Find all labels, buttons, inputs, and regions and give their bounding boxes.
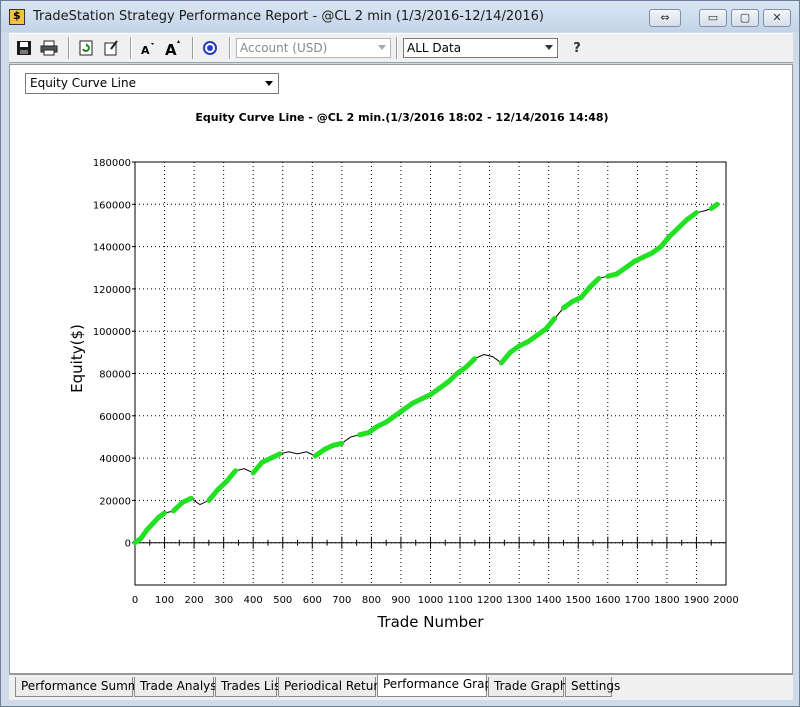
x-tick-label: 1300 (506, 595, 531, 606)
tradestation-app-icon (9, 8, 25, 25)
x-tick-label: 900 (391, 595, 410, 606)
y-tick-label: 160000 (93, 200, 131, 211)
save-button[interactable] (13, 37, 35, 59)
x-tick-label: 1700 (625, 595, 650, 606)
chevron-down-icon (545, 45, 553, 50)
x-tick-label: 1800 (654, 595, 679, 606)
save-icon (17, 41, 31, 55)
toolbar-separator (396, 37, 398, 59)
account-currency-value: Account (USD) (240, 41, 328, 55)
toolbar-separator (229, 37, 231, 59)
print-icon (40, 40, 58, 56)
tab-trade-analysis[interactable]: Trade Analysis (134, 677, 226, 697)
report-window: TradeStation Strategy Performance Report… (0, 0, 800, 707)
x-tick-label: 1500 (566, 595, 591, 606)
data-range-combo[interactable]: ALL Data (403, 38, 558, 58)
report-tabs: Performance Summary Trade Analysis Trade… (9, 674, 793, 700)
x-tick-label: 700 (332, 595, 351, 606)
toolbar-separator (68, 37, 70, 59)
tab-settings[interactable]: Settings (565, 677, 620, 697)
y-tick-label: 120000 (93, 285, 131, 296)
toolbar-separator (130, 37, 132, 59)
equity-highlight-segment (330, 440, 345, 448)
font-decrease-icon: A (141, 43, 154, 56)
equity-highlight-segment (708, 201, 720, 212)
tab-trades-list[interactable]: Trades List (215, 677, 285, 697)
x-axis-label: Trade Number (376, 613, 484, 631)
x-tick-label: 1900 (684, 595, 709, 606)
y-tick-label: 40000 (99, 454, 131, 465)
y-tick-label: 0 (125, 539, 131, 550)
y-axis-label: Equity($) (68, 324, 86, 393)
x-tick-label: 1000 (418, 595, 443, 606)
performance-graphs-panel: Equity Curve Line Equity Curve Line - @C… (9, 64, 793, 674)
help-icon: ? (573, 40, 581, 56)
x-tick-label: 600 (303, 595, 322, 606)
x-tick-label: 200 (185, 595, 204, 606)
x-tick-label: 100 (155, 595, 174, 606)
refresh-button[interactable] (75, 37, 97, 59)
chevron-down-icon (378, 45, 386, 50)
svg-text:A: A (165, 41, 177, 57)
increase-font-button[interactable]: A (162, 37, 184, 59)
x-tick-label: 800 (362, 595, 381, 606)
y-tick-label: 80000 (99, 370, 131, 381)
y-tick-label: 100000 (93, 327, 131, 338)
window-title: TradeStation Strategy Performance Report… (33, 9, 544, 24)
toolbar: A A Account (USD) ALL Data ? (9, 33, 793, 63)
tab-performance-graphs[interactable]: Performance Graphs (377, 675, 506, 697)
x-tick-label: 1400 (536, 595, 561, 606)
equity-highlight-segment (156, 510, 168, 520)
dock-toggle-button[interactable]: ⇔ (649, 9, 681, 27)
x-tick-label: 400 (244, 595, 263, 606)
font-increase-icon: A (165, 40, 180, 57)
y-tick-label: 180000 (93, 158, 131, 169)
toolbar-separator (192, 37, 194, 59)
tab-performance-summary[interactable]: Performance Summary (15, 677, 159, 697)
refresh-icon (79, 40, 93, 56)
properties-icon (104, 40, 118, 56)
data-range-value: ALL Data (407, 41, 462, 55)
x-tick-label: 1200 (477, 595, 502, 606)
decrease-font-button[interactable]: A (137, 37, 159, 59)
tab-trade-graphs[interactable]: Trade Graphs (488, 677, 574, 697)
x-tick-label: 1100 (447, 595, 472, 606)
x-tick-label: 300 (214, 595, 233, 606)
close-button[interactable]: ✕ (763, 9, 791, 27)
print-button[interactable] (38, 37, 60, 59)
target-button[interactable] (199, 37, 221, 59)
x-tick-label: 500 (273, 595, 292, 606)
properties-button[interactable] (100, 37, 122, 59)
x-tick-label: 2000 (713, 595, 738, 606)
account-currency-combo[interactable]: Account (USD) (236, 38, 391, 58)
help-button[interactable]: ? (566, 37, 588, 59)
maximize-button[interactable]: ▢ (731, 9, 759, 27)
y-tick-label: 60000 (99, 412, 131, 423)
tab-periodical-returns[interactable]: Periodical Returns (278, 677, 392, 697)
window-controls: ⇔ ▭ ▢ ✕ (649, 9, 791, 27)
target-icon (203, 41, 217, 55)
y-tick-label: 140000 (93, 243, 131, 254)
y-tick-label: 20000 (99, 496, 131, 507)
minimize-button[interactable]: ▭ (699, 9, 727, 27)
equity-curve-chart: 0200004000060000800001000001200001400001… (68, 158, 739, 631)
title-bar[interactable]: TradeStation Strategy Performance Report… (1, 1, 799, 32)
x-tick-label: 1600 (595, 595, 620, 606)
x-tick-label: 0 (132, 595, 138, 606)
svg-text:A: A (141, 44, 150, 56)
